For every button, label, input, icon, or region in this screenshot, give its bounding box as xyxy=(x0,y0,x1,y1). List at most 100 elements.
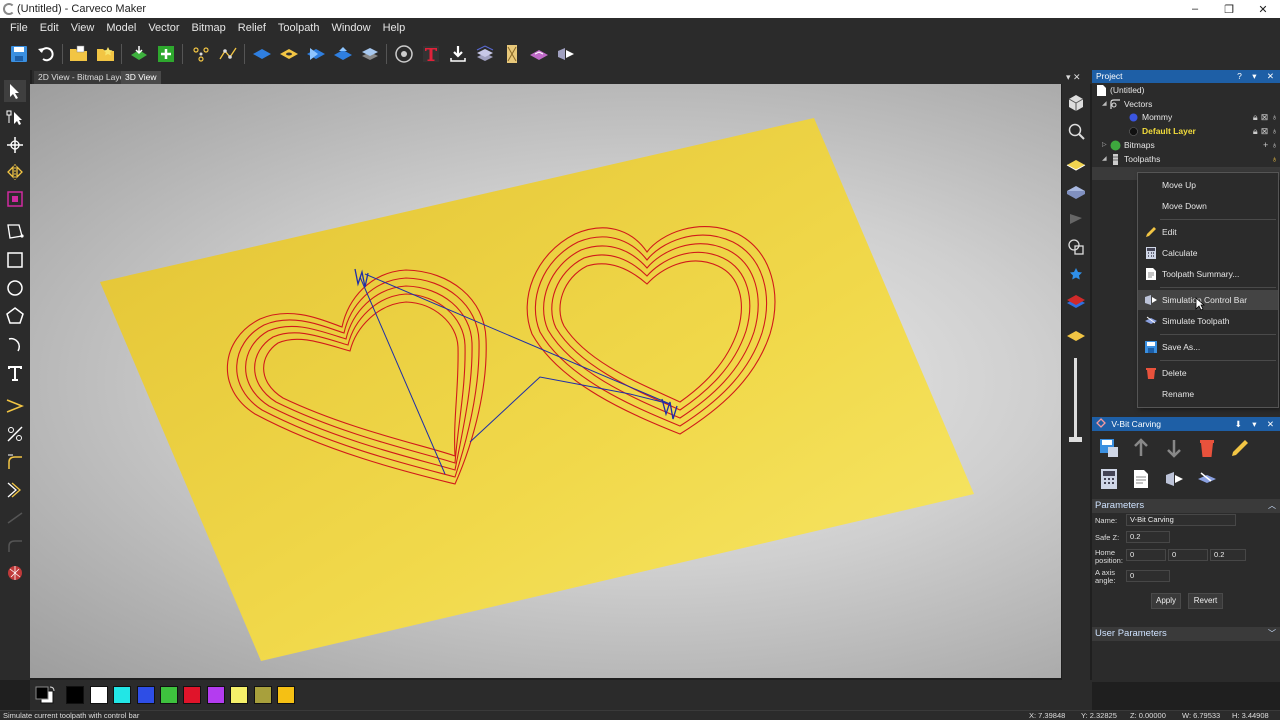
menu-view[interactable]: View xyxy=(65,22,101,34)
pin-icon[interactable]: ⊠ xyxy=(1261,126,1269,137)
summary-document-icon[interactable] xyxy=(1129,467,1153,491)
expand-arrow-icon[interactable]: ◢ xyxy=(1102,98,1110,111)
tree-item-root[interactable]: (Untitled) xyxy=(1096,84,1144,97)
vbit-panel-controls[interactable]: ⬇ ▾ ✕ xyxy=(1235,417,1278,431)
layer-mommy-controls[interactable]: 🔒︎ ⊠ ♁ xyxy=(1253,112,1278,123)
menu-help[interactable]: Help xyxy=(377,22,412,34)
home-z-field[interactable]: 0.2 xyxy=(1210,549,1246,561)
draw-circle-icon[interactable] xyxy=(4,277,26,299)
undo-icon[interactable] xyxy=(35,43,57,65)
minimize-button[interactable]: – xyxy=(1178,0,1212,18)
toolpath-layers-icon[interactable] xyxy=(474,43,496,65)
relief-shape-icon[interactable] xyxy=(278,43,300,65)
tree-item-vectors[interactable]: ◢ Vectors xyxy=(1102,98,1152,111)
menu-vector[interactable]: Vector xyxy=(142,22,185,34)
trim-vector-icon[interactable] xyxy=(4,395,26,417)
node-editing-icon[interactable] xyxy=(190,43,212,65)
menu-move-up[interactable]: Move Up xyxy=(1138,175,1278,195)
edit-toolpath-pencil-icon[interactable] xyxy=(1228,436,1252,460)
close-button[interactable]: ✕ xyxy=(1246,0,1280,18)
maximize-button[interactable]: ❐ xyxy=(1212,0,1246,18)
lock-icon[interactable]: 🔒︎ xyxy=(1253,112,1258,123)
mirror-icon[interactable] xyxy=(4,161,26,183)
expand-chevron-icon[interactable]: ﹀ xyxy=(1268,627,1276,641)
bounding-box-icon[interactable] xyxy=(4,188,26,210)
extrude-icon[interactable] xyxy=(305,43,327,65)
project-panel-controls[interactable]: ? ▾ ✕ xyxy=(1237,70,1278,83)
open-folder-icon[interactable] xyxy=(68,43,90,65)
palette-swatch-red[interactable] xyxy=(183,686,201,704)
home-y-field[interactable]: 0 xyxy=(1168,549,1208,561)
material-block-icon[interactable] xyxy=(501,43,523,65)
save-calculate-icon[interactable] xyxy=(1097,436,1121,460)
visibility-bulb-icon[interactable]: ♁ xyxy=(1271,126,1278,137)
revert-button[interactable]: Revert xyxy=(1188,593,1223,609)
transform-move-icon[interactable] xyxy=(4,134,26,156)
menu-toolpath-summary[interactable]: Toolpath Summary... xyxy=(1138,264,1278,284)
safe-z-field[interactable]: 0.2 xyxy=(1126,531,1170,543)
pin-icon[interactable]: ⊠ xyxy=(1261,112,1269,123)
show-toolpaths-icon[interactable] xyxy=(1065,208,1087,230)
menu-simulate-toolpath[interactable]: Simulate Toolpath xyxy=(1138,311,1278,331)
palette-swatch-black[interactable] xyxy=(66,686,84,704)
simulate-icon[interactable] xyxy=(1195,467,1219,491)
merge-model-icon[interactable] xyxy=(128,43,150,65)
layer-stack-icon[interactable] xyxy=(359,43,381,65)
simulate-material-icon[interactable] xyxy=(528,43,550,65)
flat-plane-icon[interactable] xyxy=(251,43,273,65)
calculate-icon[interactable] xyxy=(1097,467,1121,491)
menu-file[interactable]: File xyxy=(4,22,34,34)
open-project-icon[interactable] xyxy=(95,43,117,65)
tab-2d-view[interactable]: 2D View - Bitmap Layer xyxy=(34,71,132,84)
menu-toolpath[interactable]: Toolpath xyxy=(272,22,326,34)
tree-item-toolpaths[interactable]: ◢ Toolpaths xyxy=(1102,153,1160,166)
toolpaths-controls[interactable]: ♁ xyxy=(1271,154,1278,164)
apply-button[interactable]: Apply xyxy=(1151,593,1181,609)
menu-edit-toolpath[interactable]: Edit xyxy=(1138,222,1278,242)
parameters-section-header[interactable]: Parameters ︿ xyxy=(1092,499,1280,513)
palette-swatch-blue[interactable] xyxy=(137,686,155,704)
a-axis-field[interactable]: 0 xyxy=(1126,570,1170,582)
new-model-icon[interactable] xyxy=(155,43,177,65)
menu-calculate[interactable]: Calculate xyxy=(1138,243,1278,263)
draw-rectangle-icon[interactable] xyxy=(4,249,26,271)
expand-arrow-icon[interactable]: ◢ xyxy=(1102,153,1110,166)
home-x-field[interactable]: 0 xyxy=(1126,549,1166,561)
palette-swatch-white[interactable] xyxy=(90,686,108,704)
visibility-bulb-icon[interactable]: ♁ xyxy=(1271,140,1278,150)
tree-item-bitmaps[interactable]: ▷ Bitmaps xyxy=(1102,139,1155,152)
foreground-background-swatch[interactable] xyxy=(34,685,56,705)
move-up-arrow-icon[interactable] xyxy=(1129,436,1153,460)
tool-database-icon[interactable] xyxy=(393,43,415,65)
menu-edit[interactable]: Edit xyxy=(34,22,65,34)
texture-icon[interactable] xyxy=(4,562,26,584)
move-down-arrow-icon[interactable] xyxy=(1162,436,1186,460)
iso-view-icon[interactable] xyxy=(1065,92,1087,114)
menu-bitmap[interactable]: Bitmap xyxy=(186,22,232,34)
import-download-icon[interactable] xyxy=(447,43,469,65)
zoom-extents-icon[interactable] xyxy=(1065,120,1087,142)
draw-arc-icon[interactable] xyxy=(4,333,26,355)
menu-move-down[interactable]: Move Down xyxy=(1138,196,1278,216)
polyline-nodes-icon[interactable] xyxy=(217,43,239,65)
palette-swatch-olive[interactable] xyxy=(254,686,272,704)
visibility-bulb-icon[interactable]: ♁ xyxy=(1271,112,1278,123)
node-select-icon[interactable] xyxy=(4,107,26,129)
spin-icon[interactable] xyxy=(332,43,354,65)
simulation-video-icon[interactable] xyxy=(555,43,577,65)
menu-model[interactable]: Model xyxy=(100,22,142,34)
default-layer-controls[interactable]: 🔒︎ ⊠ ♁ xyxy=(1253,126,1278,137)
tree-item-default-layer[interactable]: Default Layer xyxy=(1128,125,1196,138)
tree-item-layer-mommy[interactable]: Mommy xyxy=(1128,111,1172,124)
name-field[interactable]: V-Bit Carving xyxy=(1126,514,1236,526)
palette-swatch-light-yellow[interactable] xyxy=(230,686,248,704)
menu-delete[interactable]: Delete xyxy=(1138,363,1278,383)
show-vectors-icon[interactable] xyxy=(1065,264,1087,286)
material-color-icon[interactable] xyxy=(1065,325,1087,347)
text-icon[interactable] xyxy=(4,362,26,384)
cut-vector-icon[interactable] xyxy=(4,423,26,445)
zoom-slider-track[interactable] xyxy=(1074,358,1077,438)
show-relief-icon[interactable] xyxy=(1065,154,1087,176)
draw-polyline-icon[interactable] xyxy=(4,220,26,242)
bitmaps-controls[interactable]: + ♁ xyxy=(1263,140,1278,150)
